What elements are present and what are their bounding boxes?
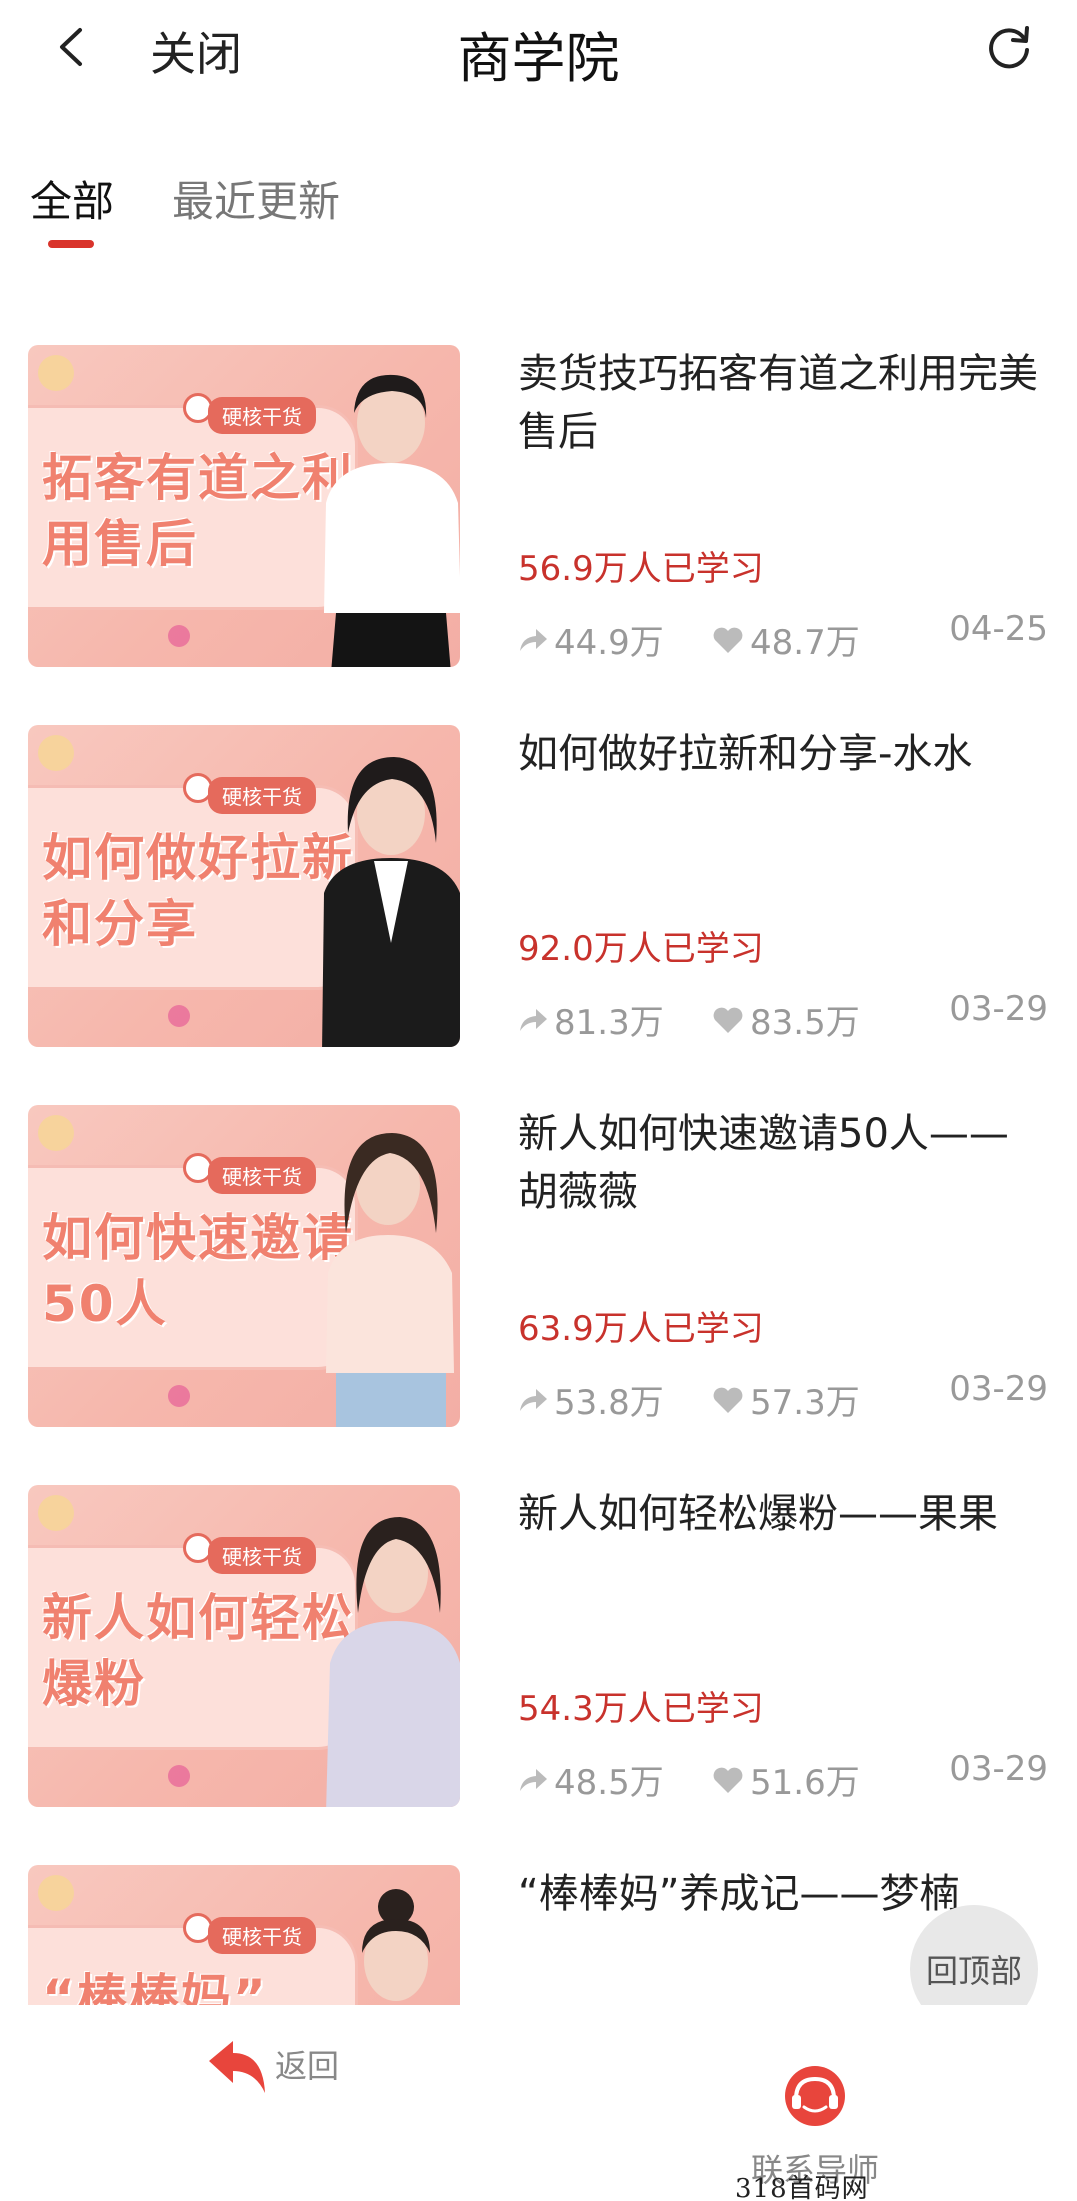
- share-count: 81.3万: [554, 1003, 664, 1043]
- presenter-image: [324, 374, 460, 667]
- publish-date: 03-29: [949, 1749, 1048, 1789]
- course-thumbnail: 硬核干货 新人如何轻松爆粉: [28, 1485, 460, 1807]
- page-title: 商学院: [457, 27, 620, 90]
- course-item[interactable]: 硬核干货 新人如何轻松爆粉 新人如何轻松爆粉——果果 54.3万人已学习 48.…: [0, 1485, 1077, 1815]
- presenter-image: [362, 1889, 430, 2001]
- share-stat[interactable]: 44.9万: [518, 615, 664, 664]
- top-bar: 关闭 商学院: [0, 0, 1077, 100]
- course-thumbnail: 硬核干货 如何快速邀请50人: [28, 1105, 460, 1427]
- share-count: 44.9万: [554, 623, 664, 663]
- like-stat[interactable]: 83.5万: [712, 995, 860, 1044]
- learned-count: 54.3万人已学习: [518, 1689, 764, 1729]
- course-thumbnail: 硬核干货 拓客有道之利用售后: [28, 345, 460, 667]
- publish-date: 03-29: [949, 1369, 1048, 1409]
- tab-recent-updates[interactable]: 最近更新: [172, 168, 340, 229]
- share-count: 53.8万: [554, 1383, 664, 1423]
- heart-icon: [713, 627, 743, 653]
- like-stat[interactable]: 57.3万: [712, 1375, 860, 1424]
- like-count: 83.5万: [750, 1003, 860, 1043]
- learned-count: 92.0万人已学习: [518, 929, 764, 969]
- active-tab-indicator: [48, 240, 94, 248]
- refresh-button[interactable]: [983, 20, 1035, 72]
- share-stat[interactable]: 53.8万: [518, 1375, 664, 1424]
- like-count: 51.6万: [750, 1763, 860, 1803]
- publish-date: 04-25: [949, 609, 1048, 649]
- share-arrow-icon: [520, 628, 547, 651]
- course-stats: 44.9万 48.7万 04-25: [518, 609, 1058, 663]
- course-stats: 53.8万 57.3万 03-29: [518, 1369, 1058, 1423]
- headset-icon: [785, 2066, 845, 2126]
- like-count: 57.3万: [750, 1383, 860, 1423]
- course-title: 卖货技巧拓客有道之利用完美售后: [518, 351, 1038, 455]
- tab-all[interactable]: 全部: [30, 168, 114, 229]
- presenter-image: [326, 1517, 460, 1807]
- nav-back-button[interactable]: 返回: [205, 2035, 405, 2115]
- course-stats: 48.5万 51.6万 03-29: [518, 1749, 1058, 1803]
- course-title: 新人如何轻松爆粉——果果: [518, 1491, 998, 1537]
- presenter-image: [322, 757, 460, 1047]
- course-thumbnail: 硬核干货 如何做好拉新和分享: [28, 725, 460, 1047]
- heart-icon: [713, 1007, 743, 1033]
- presenter-image: [326, 1133, 454, 1427]
- share-stat[interactable]: 48.5万: [518, 1755, 664, 1804]
- nav-back-label: 返回: [275, 2047, 340, 2085]
- course-item[interactable]: 硬核干货 如何做好拉新和分享 如何做好拉新和分享-水水 92.0万人已学习 81…: [0, 725, 1077, 1055]
- refresh-icon: [989, 26, 1029, 69]
- publish-date: 03-29: [949, 989, 1048, 1029]
- course-stats: 81.3万 83.5万 03-29: [518, 989, 1058, 1043]
- heart-icon: [713, 1767, 743, 1793]
- learned-count: 63.9万人已学习: [518, 1309, 764, 1349]
- like-count: 48.7万: [750, 623, 860, 663]
- share-arrow-icon: [520, 1388, 547, 1411]
- watermark: 318首码网 www.e318.com: [735, 2174, 869, 2201]
- course-thumbnail: 硬核干货 “棒棒妈”: [28, 1865, 460, 2005]
- course-item[interactable]: 硬核干货 如何快速邀请50人 新人如何快速邀请50人——胡薇薇 63.9万人已学…: [0, 1105, 1077, 1435]
- share-arrow-icon: [520, 1008, 547, 1031]
- like-stat[interactable]: 51.6万: [712, 1755, 860, 1804]
- like-stat[interactable]: 48.7万: [712, 615, 860, 664]
- learned-count: 56.9万人已学习: [518, 549, 764, 589]
- course-title: 如何做好拉新和分享-水水: [518, 731, 973, 777]
- share-count: 48.5万: [554, 1763, 664, 1803]
- course-item[interactable]: 硬核干货 拓客有道之利用售后 卖货技巧拓客有道之利用完美售后 56.9万人已学习…: [0, 345, 1077, 675]
- course-title: 新人如何快速邀请50人——胡薇薇: [518, 1111, 1009, 1215]
- share-arrow-icon: [520, 1768, 547, 1791]
- share-stat[interactable]: 81.3万: [518, 995, 664, 1044]
- heart-icon: [713, 1387, 743, 1413]
- return-arrow-icon: [209, 2041, 265, 2093]
